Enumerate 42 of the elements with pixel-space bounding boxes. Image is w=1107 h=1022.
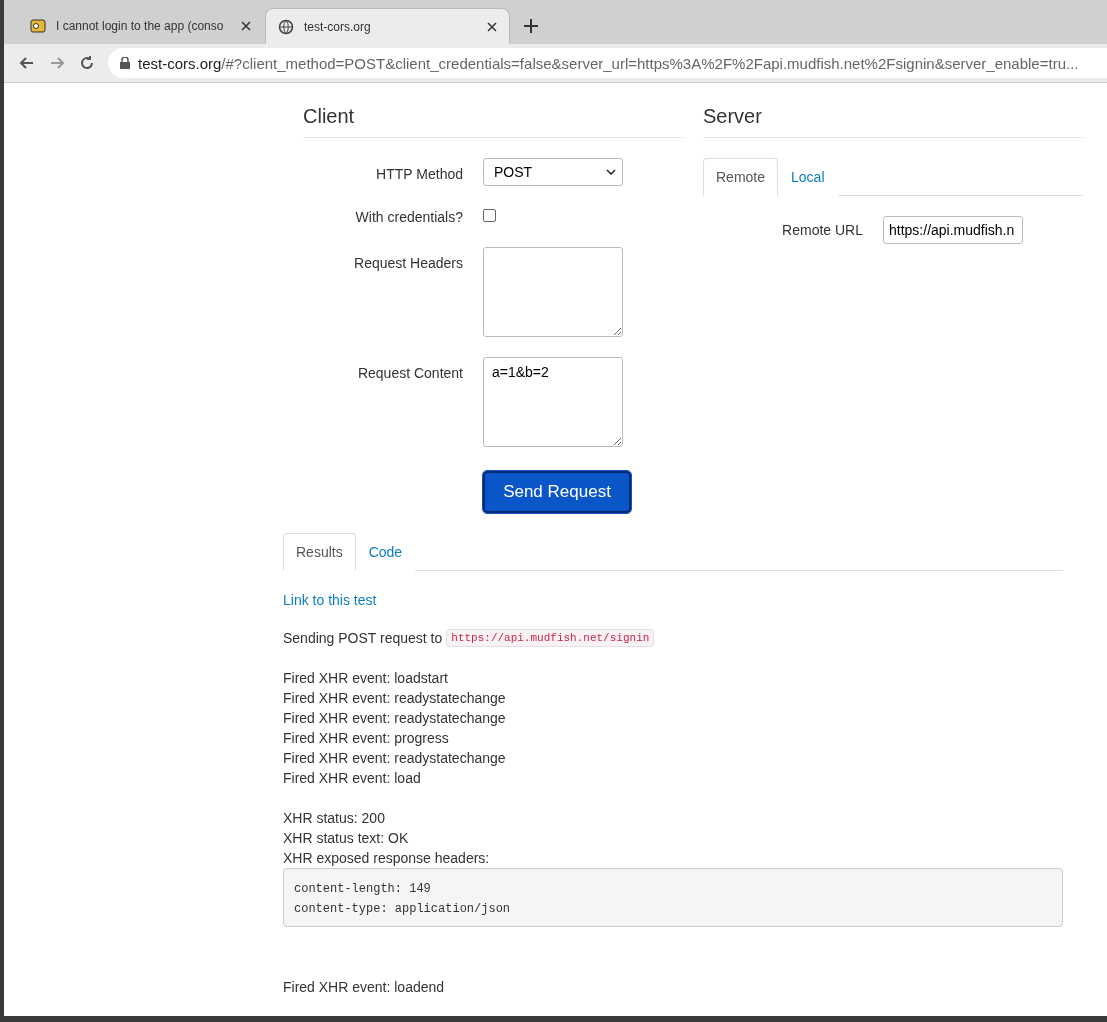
field-label: Request Headers bbox=[353, 254, 463, 271]
headers-input[interactable] bbox=[483, 247, 623, 337]
browser-tab[interactable]: test-cors.org bbox=[265, 8, 510, 44]
url-host: test-cors.org bbox=[138, 54, 222, 72]
reload-icon[interactable] bbox=[78, 54, 96, 72]
browser-tab[interactable]: I cannot login to the app (conso bbox=[18, 8, 263, 44]
event-line: Fired XHR event: readystatechange bbox=[283, 709, 507, 728]
close-icon[interactable] bbox=[241, 21, 251, 31]
remote-url-input[interactable]: https://api.mudfish.n bbox=[883, 216, 1023, 244]
section-heading: Server bbox=[703, 105, 1083, 138]
send-request-button[interactable]: Send Request bbox=[483, 471, 631, 513]
status-line: XHR exposed response headers: bbox=[283, 849, 491, 868]
field-label: HTTP Method bbox=[375, 165, 463, 182]
status-line: XHR status: 200 bbox=[283, 809, 386, 828]
section-heading: Client bbox=[303, 105, 683, 138]
url-path: /#?client_method=POST&client_credentials=false&server_url=https%3A%2F%2Fapi.mudfish.net%2Fsignin&server_enable=tru... bbox=[221, 54, 1079, 72]
field-label: Request Content bbox=[356, 364, 463, 381]
results-tab[interactable]: Results bbox=[283, 533, 356, 571]
event-line: Fired XHR event: progress bbox=[283, 729, 450, 748]
event-line: Fired XHR event: loadend bbox=[283, 978, 446, 997]
content-input[interactable]: a=1&b=2 bbox=[483, 357, 623, 447]
close-icon[interactable] bbox=[487, 21, 497, 32]
event-line: Fired XHR event: loadstart bbox=[283, 669, 449, 688]
address-bar[interactable]: test-cors.org/#?client_method=POST&client_credentials=false&server_url=https%3A%2F%2Fapi.mudfish.net%2Fsignin&server_enable=tru... bbox=[108, 48, 1107, 78]
credentials-checkbox[interactable] bbox=[483, 209, 496, 222]
response-headers-block: content-length: 149 content-type: application/json bbox=[283, 868, 1063, 927]
status-line: XHR status text: OK bbox=[283, 829, 410, 848]
event-line: Fired XHR event: load bbox=[283, 769, 422, 788]
event-line: Fired XHR event: readystatechange bbox=[283, 689, 507, 708]
sending-text: Sending POST request to bbox=[283, 629, 443, 648]
chevron-icon bbox=[606, 169, 616, 175]
globe-icon bbox=[278, 18, 294, 35]
lock-icon bbox=[120, 57, 130, 69]
server-tab[interactable]: Remote bbox=[703, 158, 779, 196]
new-tab-icon[interactable] bbox=[524, 19, 538, 33]
field-label: With credentials? bbox=[354, 208, 463, 225]
event-line: Fired XHR event: readystatechange bbox=[283, 749, 507, 768]
field-label: Remote URL bbox=[781, 222, 863, 238]
page-favicon-icon bbox=[30, 18, 46, 34]
method-select[interactable]: POST bbox=[483, 158, 623, 186]
request-url: https://api.mudfish.net/signin bbox=[446, 629, 655, 647]
test-link[interactable]: Link to this test bbox=[283, 592, 1063, 608]
